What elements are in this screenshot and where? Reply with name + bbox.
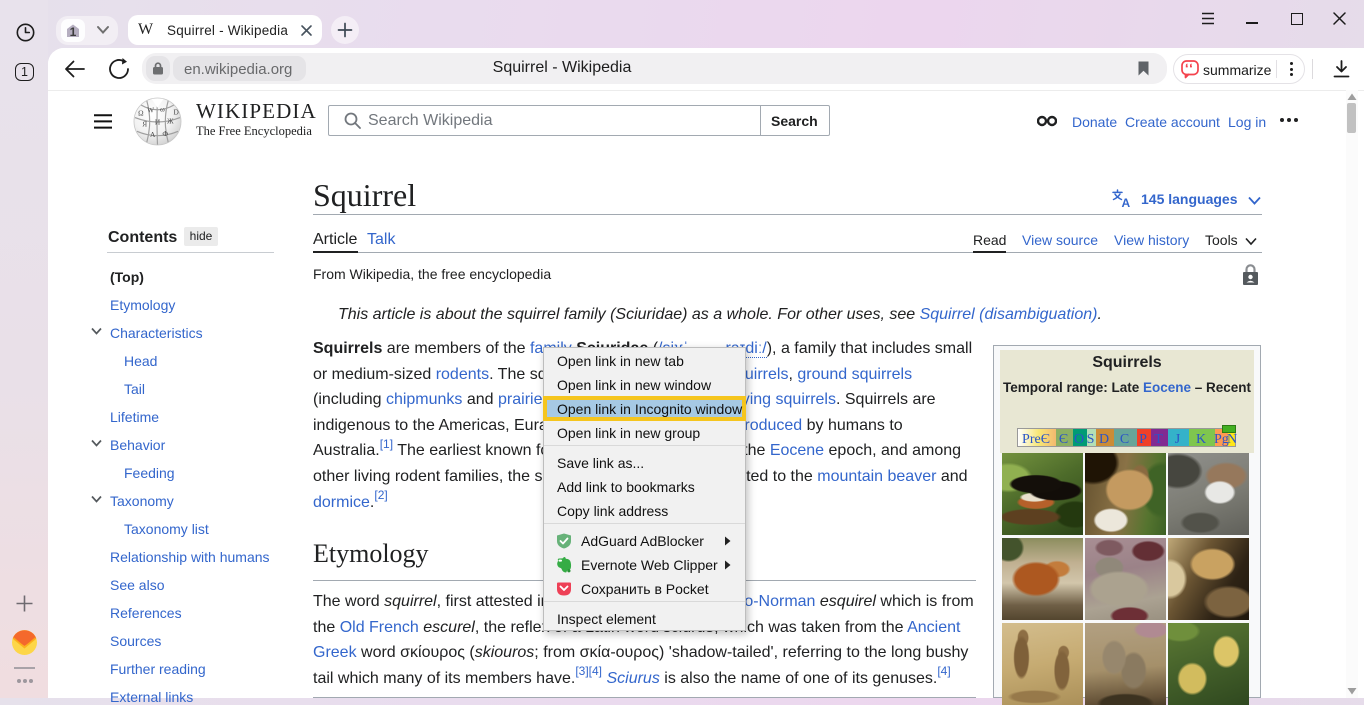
svg-text:A: A <box>150 130 156 139</box>
svg-text:Я: Я <box>142 119 147 128</box>
svg-text:1: 1 <box>70 25 77 39</box>
svg-text:D: D <box>173 108 179 117</box>
svg-text:Ф: Ф <box>162 129 168 138</box>
svg-text:W: W <box>147 106 154 115</box>
svg-text:Ж: Ж <box>167 116 174 125</box>
svg-text:A: A <box>1122 196 1131 208</box>
svg-text:Ω: Ω <box>138 109 144 118</box>
svg-text:И: И <box>155 117 161 126</box>
svg-text:ω: ω <box>160 105 165 114</box>
